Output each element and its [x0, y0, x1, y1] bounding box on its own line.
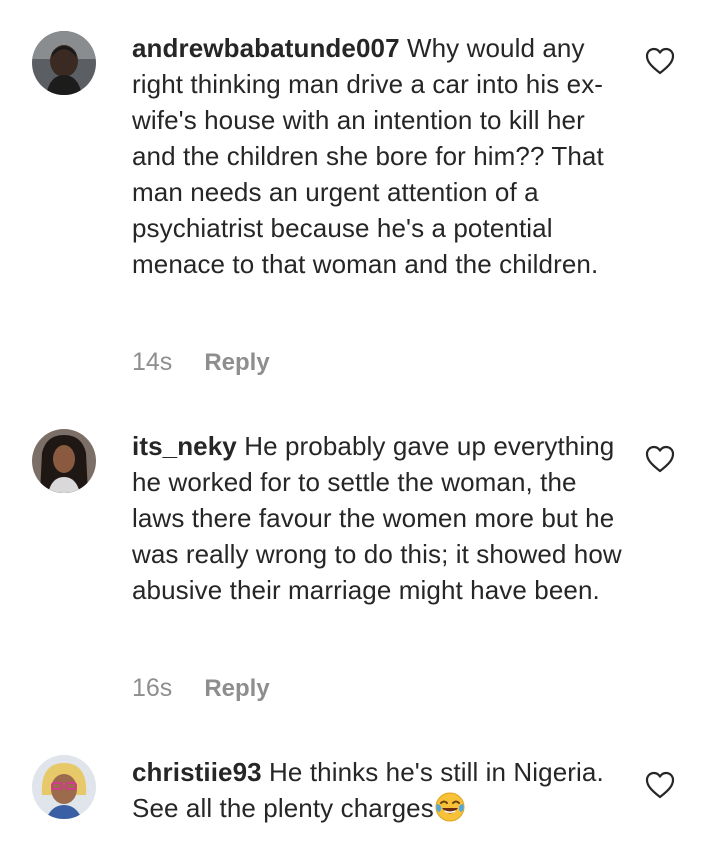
- heart-icon[interactable]: [645, 445, 675, 473]
- comment-username[interactable]: christiie93: [132, 757, 262, 787]
- comment-item: its_neky He probably gave up everything …: [0, 400, 720, 730]
- comment-username[interactable]: andrewbabatunde007: [132, 33, 400, 63]
- comment-message: Why would any right thinking man drive a…: [132, 33, 604, 279]
- comment-timestamp: 16s: [132, 674, 173, 702]
- face-with-tears-of-joy-icon: [434, 791, 466, 823]
- comment-text: christiie93 He thinks he's still in Nige…: [132, 754, 622, 826]
- comment-item: andrewbabatunde007 Why would any right t…: [0, 0, 720, 400]
- avatar[interactable]: [32, 755, 96, 819]
- avatar[interactable]: [32, 429, 96, 493]
- heart-icon[interactable]: [645, 47, 675, 75]
- comment-username[interactable]: its_neky: [132, 431, 237, 461]
- comment-timestamp: 14s: [132, 348, 173, 376]
- avatar[interactable]: [32, 31, 96, 95]
- comment-meta: 14s Reply: [132, 348, 270, 377]
- reply-button[interactable]: Reply: [204, 349, 269, 377]
- comment-text: andrewbabatunde007 Why would any right t…: [132, 30, 622, 282]
- comment-meta: 16s Reply: [132, 674, 270, 703]
- heart-icon[interactable]: [645, 771, 675, 799]
- comment-text: its_neky He probably gave up everything …: [132, 428, 622, 608]
- reply-button[interactable]: Reply: [204, 675, 269, 703]
- comment-item: christiie93 He thinks he's still in Nige…: [0, 730, 720, 859]
